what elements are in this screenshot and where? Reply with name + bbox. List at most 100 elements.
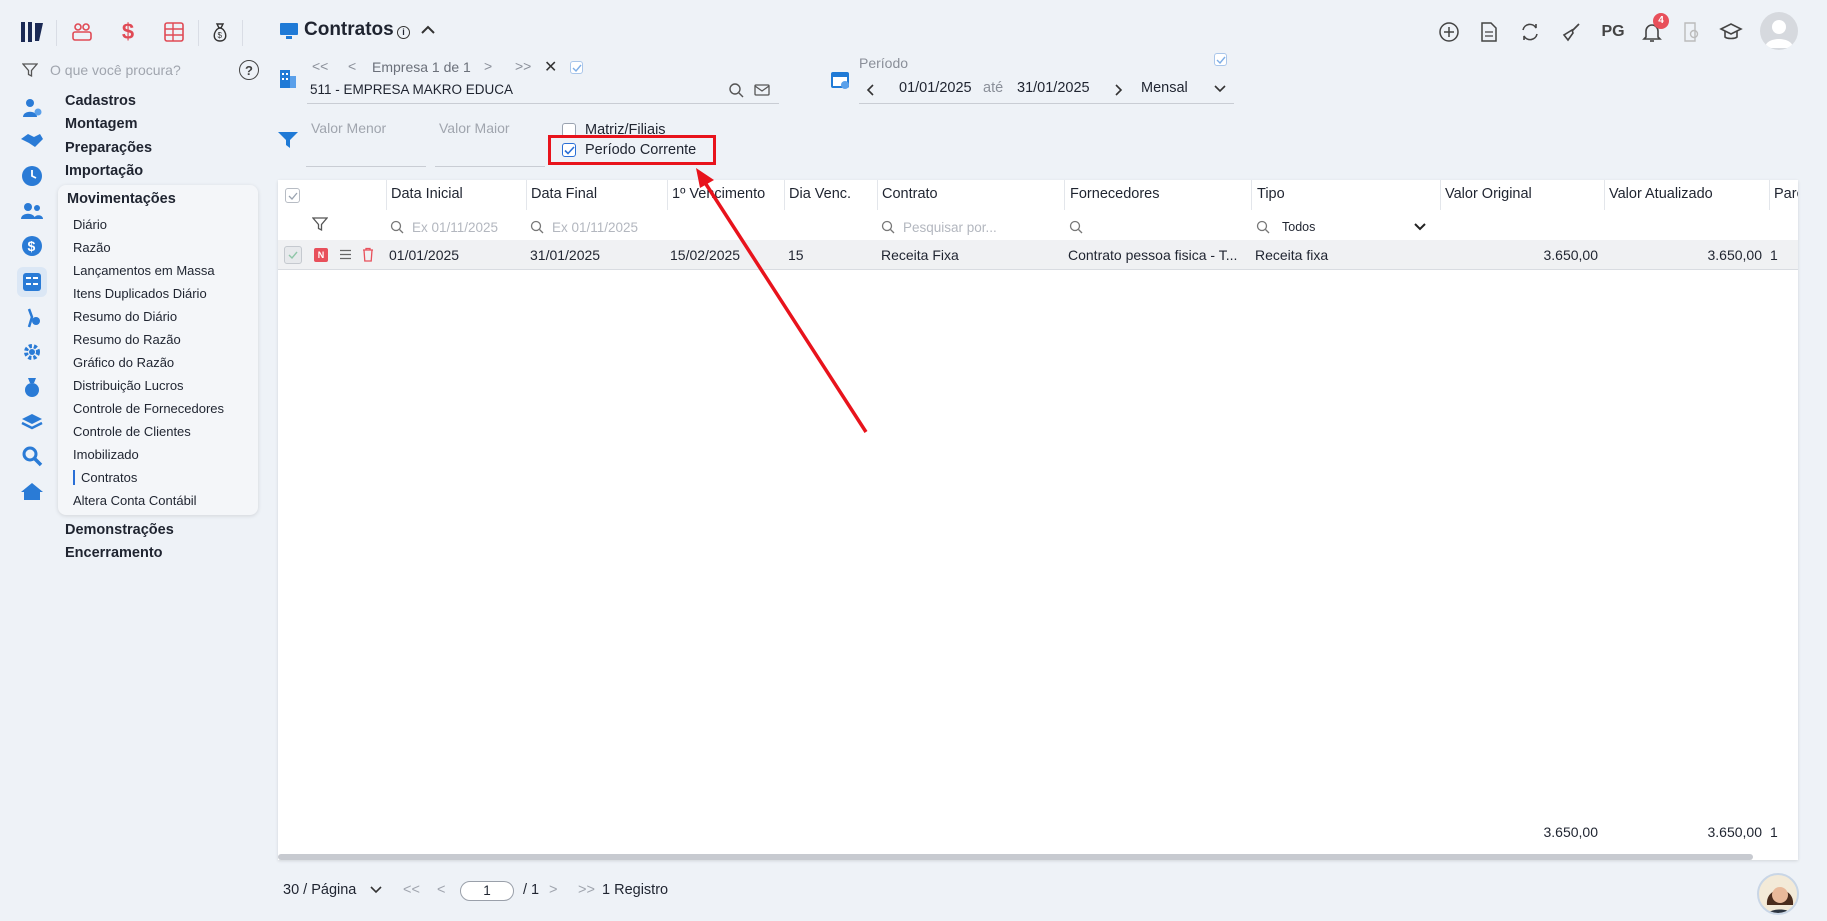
sidebar-item-contratos[interactable]: Contratos (73, 470, 137, 485)
nav-preparacoes[interactable]: Preparações (65, 140, 152, 156)
spreadsheet-icon[interactable] (160, 18, 188, 46)
medal-icon[interactable] (18, 374, 46, 400)
help-icon[interactable]: ? (239, 60, 259, 80)
app-logo[interactable] (18, 18, 46, 46)
document-icon[interactable] (1476, 19, 1502, 45)
support-chat-avatar[interactable] (1757, 873, 1799, 915)
sidebar-item-resumo-razao[interactable]: Resumo do Razão (73, 332, 181, 347)
sidebar-item-razao[interactable]: Razão (73, 240, 111, 255)
handshake-icon[interactable] (18, 128, 46, 154)
table-row[interactable]: N 01/01/2025 31/01/2025 15/02/2025 15 Re… (278, 240, 1798, 270)
mail-icon[interactable] (754, 83, 770, 97)
filter-contrato[interactable]: Pesquisar por... (881, 216, 997, 238)
menu-icon[interactable] (339, 249, 352, 260)
filter-tipo-select[interactable]: Todos (1256, 216, 1436, 238)
report-search-icon[interactable] (1679, 19, 1705, 45)
chevron-down-icon[interactable] (1213, 84, 1227, 94)
annotation-highlight-box (548, 135, 716, 165)
money-bag-icon[interactable]: $ (206, 18, 234, 46)
sidebar-item-resumo-diario[interactable]: Resumo do Diário (73, 309, 177, 324)
search-icon[interactable] (728, 82, 744, 98)
dollar-icon[interactable]: $ (114, 18, 142, 46)
nav-montagem[interactable]: Montagem (65, 116, 138, 132)
sidebar-item-diario[interactable]: Diário (73, 217, 107, 232)
periodo-toggle-checkbox[interactable] (1214, 53, 1227, 66)
sidebar-item-controle-clientes[interactable]: Controle de Clientes (73, 424, 191, 439)
horizontal-scrollbar[interactable] (278, 854, 1753, 860)
sidebar-item-altera-conta[interactable]: Altera Conta Contábil (73, 493, 197, 508)
chevron-up-icon[interactable] (420, 24, 436, 36)
col-header-fornecedores[interactable]: Fornecedores (1070, 186, 1159, 202)
next-period-icon[interactable] (1114, 83, 1124, 97)
first-company-button[interactable]: << (312, 58, 328, 74)
delete-icon[interactable] (362, 247, 374, 262)
col-header-contrato[interactable]: Contrato (882, 186, 938, 202)
magnifier-icon[interactable] (18, 443, 46, 469)
col-header-data-final[interactable]: Data Final (531, 186, 597, 202)
period-end[interactable]: 31/01/2025 (1017, 80, 1090, 96)
nav-cadastros[interactable]: Cadastros (65, 93, 136, 109)
period-start[interactable]: 01/01/2025 (899, 80, 972, 96)
nav-importacao[interactable]: Importação (65, 163, 143, 179)
col-header-dia-venc[interactable]: Dia Venc. (789, 186, 851, 202)
filter-data-final[interactable]: Ex 01/11/2025 (530, 216, 638, 238)
coin-icon[interactable]: $ (18, 233, 46, 259)
info-icon[interactable]: i (397, 26, 410, 39)
search-icon (1069, 220, 1083, 234)
row-checkbox[interactable] (284, 246, 302, 264)
broom-icon[interactable] (1558, 19, 1584, 45)
select-all-checkbox[interactable] (285, 188, 300, 203)
user-register-icon[interactable] (18, 95, 46, 121)
period-mode-select[interactable]: Mensal (1141, 80, 1188, 96)
nav-encerramento[interactable]: Encerramento (65, 545, 163, 561)
people-icon[interactable] (68, 18, 96, 46)
last-company-button[interactable]: >> (515, 58, 531, 74)
nav-movimentacoes[interactable]: Movimentações (67, 191, 176, 207)
prev-page-button[interactable]: < (437, 882, 445, 898)
add-circle-icon[interactable] (1436, 19, 1462, 45)
col-header-valor-original[interactable]: Valor Original (1445, 186, 1532, 202)
col-header-data-inicial[interactable]: Data Inicial (391, 186, 463, 202)
home-icon[interactable] (18, 478, 46, 504)
clock-icon[interactable] (18, 163, 46, 189)
sidebar-item-distribuicao-lucros[interactable]: Distribuição Lucros (73, 378, 184, 393)
layers-icon[interactable] (18, 409, 46, 435)
sidebar-item-imobilizado[interactable]: Imobilizado (73, 447, 139, 462)
prev-period-icon[interactable] (865, 83, 875, 97)
pg-button[interactable]: PG (1598, 19, 1628, 45)
team-icon[interactable] (18, 198, 46, 224)
column-filter-icon[interactable] (312, 216, 328, 232)
first-page-button[interactable]: << (403, 882, 420, 898)
col-header-valor-atualizado[interactable]: Valor Atualizado (1609, 186, 1713, 202)
filter-icon[interactable] (22, 62, 38, 78)
close-icon[interactable]: ✕ (544, 57, 557, 77)
col-header-vencimento[interactable]: 1º Vencimento (672, 186, 765, 202)
col-header-parc[interactable]: Parc (1774, 186, 1798, 202)
valor-menor-field[interactable]: Valor Menor (306, 118, 426, 167)
accounting-icon[interactable] (17, 267, 47, 297)
sidebar-item-grafico-razao[interactable]: Gráfico do Razão (73, 355, 174, 370)
refresh-icon[interactable] (1517, 19, 1543, 45)
next-company-button[interactable]: > (484, 58, 492, 74)
settings-icon[interactable] (18, 339, 46, 365)
col-header-tipo[interactable]: Tipo (1257, 186, 1285, 202)
prev-company-button[interactable]: < (348, 58, 356, 74)
company-select-checkbox[interactable] (570, 61, 583, 74)
next-page-button[interactable]: > (549, 882, 557, 898)
company-field[interactable]: 511 - EMPRESA MAKRO EDUCA (307, 78, 779, 104)
graduation-cap-icon[interactable] (1718, 19, 1744, 45)
last-page-button[interactable]: >> (578, 882, 595, 898)
hand-coin-icon[interactable] (18, 305, 46, 331)
filter-fornecedores[interactable] (1069, 216, 1083, 238)
funnel-icon[interactable] (277, 130, 299, 150)
sidebar-item-controle-fornecedores[interactable]: Controle de Fornecedores (73, 401, 224, 416)
per-page-select[interactable]: 30 / Página (283, 882, 382, 898)
valor-maior-field[interactable]: Valor Maior (435, 118, 545, 167)
page-input[interactable]: 1 (460, 881, 514, 901)
search-input[interactable] (50, 62, 230, 78)
sidebar-item-lancamentos-massa[interactable]: Lançamentos em Massa (73, 263, 215, 278)
sidebar-item-itens-duplicados[interactable]: Itens Duplicados Diário (73, 286, 207, 301)
user-avatar[interactable] (1760, 12, 1798, 50)
filter-data-inicial[interactable]: Ex 01/11/2025 (390, 216, 498, 238)
nav-demonstracoes[interactable]: Demonstrações (65, 522, 174, 538)
